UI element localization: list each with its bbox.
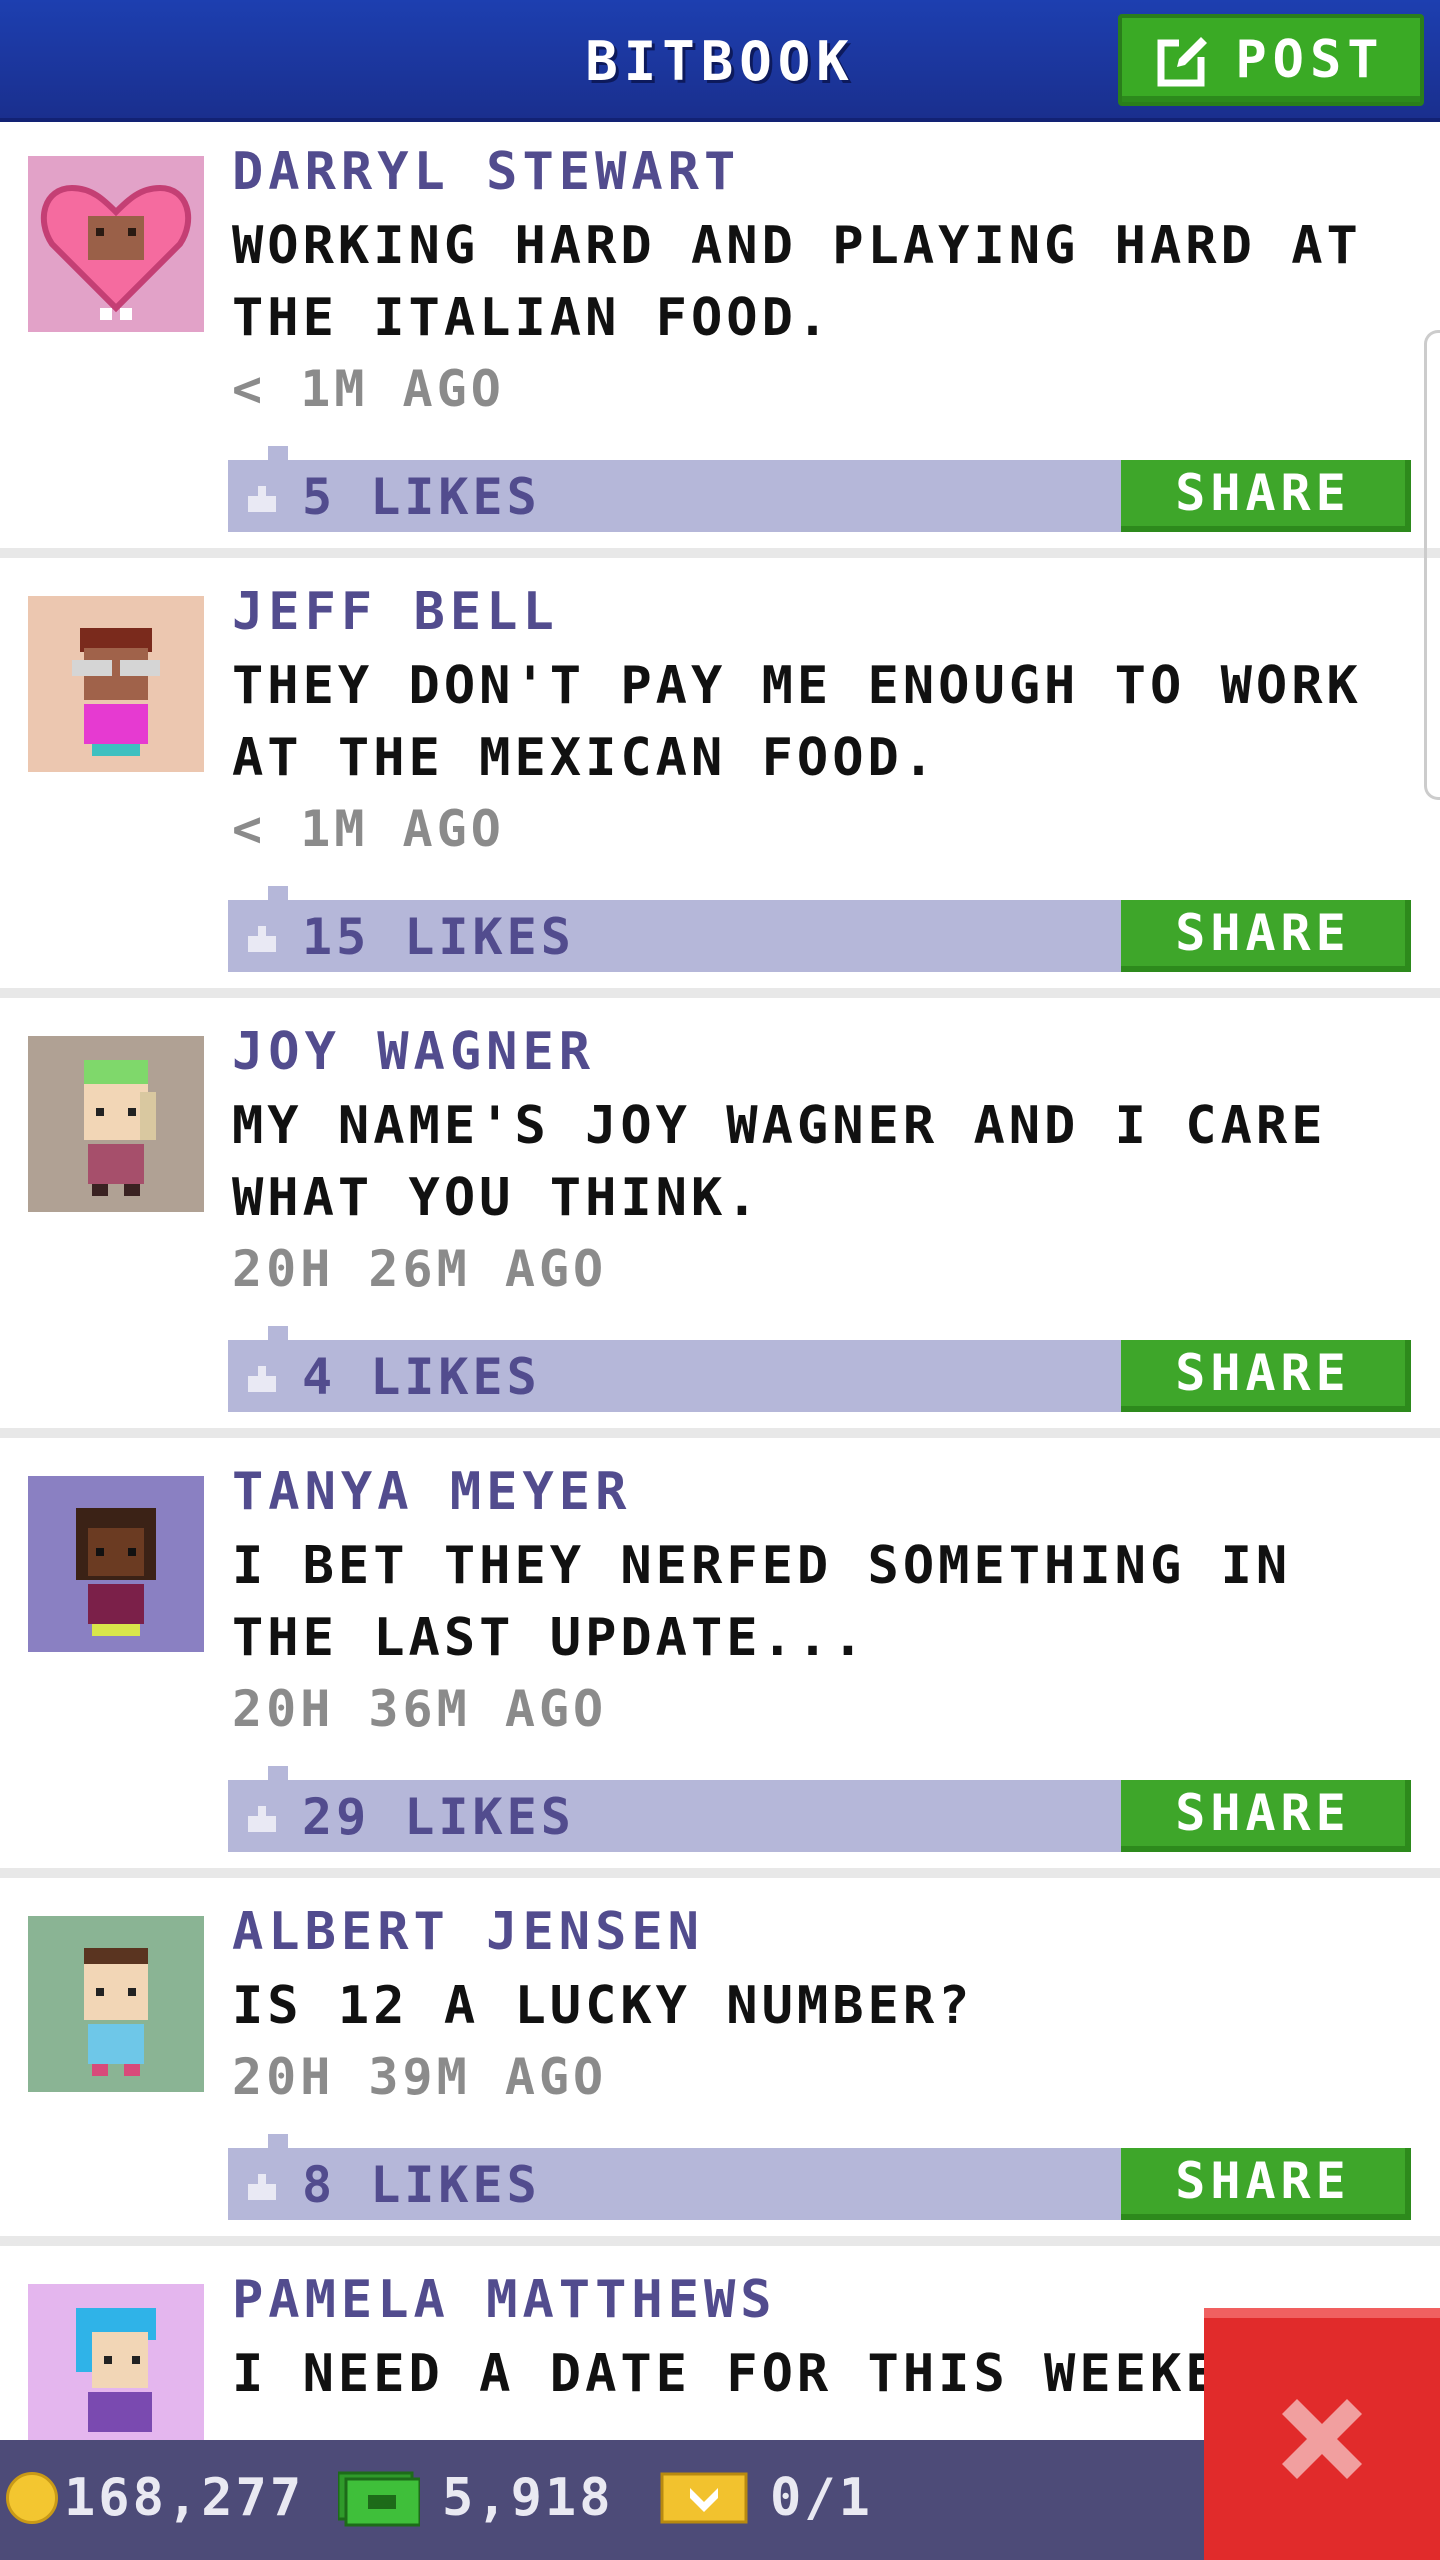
likes-count: 15 LIKES (302, 908, 575, 966)
post-message: WORKING HARD AND PLAYING HARD AT THE ITA… (232, 216, 1362, 348)
post-item: JEFF BELL THEY DON'T PAY ME ENOUGH TO WO… (0, 562, 1440, 998)
like-icon[interactable] (244, 2168, 280, 2204)
bux-stat: 5,918 (338, 2468, 614, 2528)
person-green-hair-icon (84, 1060, 156, 1196)
like-icon[interactable] (244, 480, 280, 516)
share-button[interactable]: SHARE (1121, 1340, 1411, 1412)
share-button[interactable]: SHARE (1121, 1780, 1411, 1852)
post-time: < 1M AGO (232, 800, 505, 858)
cash-icon (338, 2471, 420, 2527)
avatar[interactable] (28, 1036, 204, 1212)
like-icon[interactable] (244, 920, 280, 956)
likes-bar-tab (268, 446, 288, 460)
post-message: I BET THEY NERFED SOMETHING IN THE LAST … (232, 1536, 1292, 1668)
scrollbar[interactable] (1424, 330, 1440, 800)
heart-character-icon (40, 184, 192, 320)
post-button-label: POST (1235, 30, 1385, 90)
person-dark-hair-icon (76, 1508, 156, 1636)
top-bar: BITBOOK POST (0, 0, 1440, 122)
likes-bar: 29 LIKES SHARE (228, 1766, 1411, 1852)
post-time: 20H 26M AGO (232, 1240, 608, 1298)
post-item: ALBERT JENSEN IS 12 A LUCKY NUMBER? 20H … (0, 1882, 1440, 2246)
post-item: DARRYL STEWART WORKING HARD AND PLAYING … (0, 122, 1440, 558)
post-message: THEY DON'T PAY ME ENOUGH TO WORK AT THE … (232, 656, 1362, 788)
avatar[interactable] (28, 156, 204, 332)
likes-bar: 8 LIKES SHARE (228, 2134, 1411, 2220)
ticket-icon (660, 2472, 748, 2524)
likes-bar-tab (268, 2134, 288, 2148)
bux-count: 5,918 (442, 2468, 614, 2528)
likes-bar-tab (268, 886, 288, 900)
like-icon[interactable] (244, 1800, 280, 1836)
likes-bar: 4 LIKES SHARE (228, 1326, 1411, 1412)
post-message: MY NAME'S JOY WAGNER AND I CARE WHAT YOU… (232, 1096, 1327, 1228)
likes-count: 29 LIKES (302, 1788, 575, 1846)
compose-icon (1157, 35, 1210, 87)
coins-count: 168,277 (64, 2468, 305, 2528)
post-author[interactable]: ALBERT JENSEN (232, 1902, 704, 1962)
close-icon (1282, 2399, 1362, 2479)
post-time: 20H 36M AGO (232, 1680, 608, 1738)
post-time: 20H 39M AGO (232, 2048, 608, 2106)
person-blue-hair-icon (76, 2308, 156, 2432)
person-brown-hair-icon (84, 1948, 148, 2076)
post-message: IS 12 A LUCKY NUMBER? (232, 1976, 974, 2036)
avatar[interactable] (28, 1916, 204, 2092)
coins-stat: 168,277 (6, 2468, 304, 2528)
close-button[interactable] (1204, 2308, 1440, 2560)
post-time: < 1M AGO (232, 360, 505, 418)
share-button[interactable]: SHARE (1121, 2148, 1411, 2220)
avatar[interactable] (28, 596, 204, 772)
post-author[interactable]: PAMELA MATTHEWS (232, 2270, 777, 2330)
post-item: JOY WAGNER MY NAME'S JOY WAGNER AND I CA… (0, 1002, 1440, 1438)
like-icon[interactable] (244, 1360, 280, 1396)
likes-count: 5 LIKES (302, 468, 541, 526)
feed[interactable]: DARRYL STEWART WORKING HARD AND PLAYING … (0, 122, 1440, 2440)
tickets-count: 0/1 (770, 2468, 873, 2528)
post-item: TANYA MEYER I BET THEY NERFED SOMETHING … (0, 1442, 1440, 1878)
likes-bar: 15 LIKES SHARE (228, 886, 1411, 972)
coin-icon (6, 2472, 58, 2524)
post-author[interactable]: JOY WAGNER (232, 1022, 595, 1082)
share-button[interactable]: SHARE (1121, 460, 1411, 532)
post-author[interactable]: DARRYL STEWART (232, 142, 740, 202)
likes-count: 8 LIKES (302, 2156, 541, 2214)
likes-bar-tab (268, 1766, 288, 1780)
person-with-glasses-icon (72, 628, 160, 756)
tickets-stat: 0/1 (660, 2468, 873, 2528)
share-button[interactable]: SHARE (1121, 900, 1411, 972)
likes-bar-tab (268, 1326, 288, 1340)
post-author[interactable]: JEFF BELL (232, 582, 559, 642)
post-button[interactable]: POST (1118, 14, 1424, 106)
avatar[interactable] (28, 2284, 204, 2440)
post-author[interactable]: TANYA MEYER (232, 1462, 631, 1522)
likes-count: 4 LIKES (302, 1348, 541, 1406)
likes-bar: 5 LIKES SHARE (228, 446, 1411, 532)
avatar[interactable] (28, 1476, 204, 1652)
